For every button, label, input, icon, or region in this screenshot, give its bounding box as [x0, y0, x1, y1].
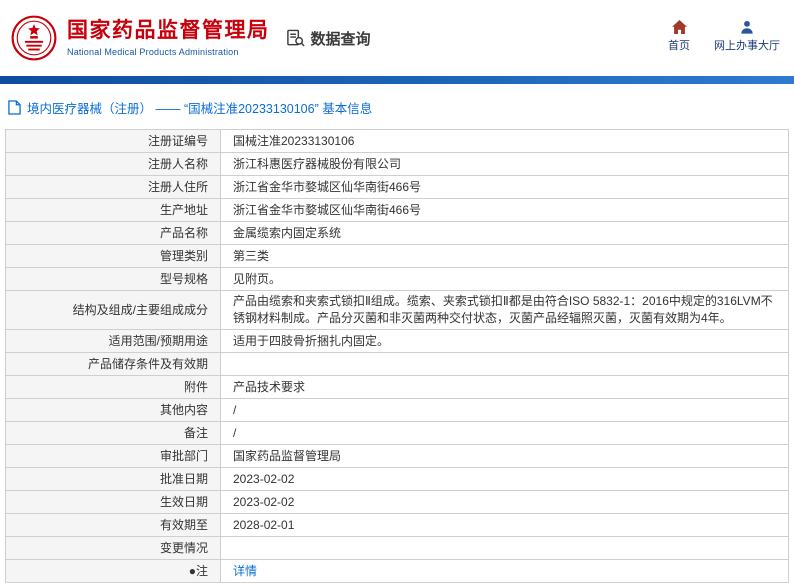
- document-icon: [8, 100, 21, 115]
- row-value: 2028-02-01: [220, 513, 789, 537]
- table-row: 附件 产品技术要求: [5, 375, 789, 399]
- national-emblem-logo: [10, 14, 58, 62]
- table-row: 管理类别 第三类: [5, 244, 789, 268]
- page: 国家药品监督管理局 National Medical Products Admi…: [0, 0, 794, 583]
- row-value: 2023-02-02: [220, 467, 789, 491]
- row-label: 注册证编号: [5, 129, 221, 153]
- row-value: 第三类: [220, 244, 789, 268]
- header-divider-bar: [0, 76, 794, 84]
- row-value: 适用于四肢骨折捆扎内固定。: [220, 329, 789, 353]
- brand-text: 国家药品监督管理局 National Medical Products Admi…: [67, 19, 270, 56]
- row-label: 生产地址: [5, 198, 221, 222]
- row-value: /: [220, 398, 789, 422]
- row-label: 审批部门: [5, 444, 221, 468]
- row-value: 国械注准20233130106: [220, 129, 789, 153]
- row-label: 型号规格: [5, 267, 221, 291]
- row-value: [220, 536, 789, 560]
- row-label: 管理类别: [5, 244, 221, 268]
- registration-info-table: 注册证编号 国械注准20233130106 注册人名称 浙江科惠医疗器械股份有限公司注…: [5, 129, 789, 583]
- table-row: 生效日期 2023-02-02: [5, 490, 789, 514]
- nav-home-label: 首页: [668, 39, 690, 52]
- row-label: 产品储存条件及有效期: [5, 352, 221, 376]
- table-row: 适用范围/预期用途 适用于四肢骨折捆扎内固定。: [5, 329, 789, 353]
- table-row: ●注 详情: [5, 559, 789, 583]
- row-value: 见附页。: [220, 267, 789, 291]
- table-row: 结构及组成/主要组成成分 产品由缆索和夹索式锁扣Ⅱ组成。缆索、夹索式锁扣Ⅱ都是由符…: [5, 290, 789, 330]
- table-row: 其他内容 /: [5, 398, 789, 422]
- top-nav: 首页 网上办事大厅: [668, 19, 780, 57]
- nav-service-hall-label: 网上办事大厅: [714, 39, 780, 52]
- row-value: 2023-02-02: [220, 490, 789, 514]
- home-icon: [671, 19, 687, 34]
- row-value: 金属缆索内固定系统: [220, 221, 789, 245]
- data-query-label: 数据查询: [310, 30, 371, 48]
- person-icon: [740, 20, 754, 34]
- detail-link[interactable]: 详情: [233, 564, 257, 578]
- row-label: 产品名称: [5, 221, 221, 245]
- row-label: 注册人住所: [5, 175, 221, 199]
- row-value: 国家药品监督管理局: [220, 444, 789, 468]
- table-row: 型号规格 见附页。: [5, 267, 789, 291]
- row-label: 适用范围/预期用途: [5, 329, 221, 353]
- row-label: 变更情况: [5, 536, 221, 560]
- row-label: 其他内容: [5, 398, 221, 422]
- breadcrumb-text: 境内医疗器械（注册） —— “国械注准20233130106” 基本信息: [27, 102, 373, 116]
- table-row: 注册人名称 浙江科惠医疗器械股份有限公司: [5, 152, 789, 176]
- row-label: ●注: [5, 559, 221, 583]
- table-row: 注册证编号 国械注准20233130106: [5, 129, 789, 153]
- agency-title: 国家药品监督管理局: [67, 19, 270, 43]
- row-value: 浙江科惠医疗器械股份有限公司: [220, 152, 789, 176]
- main-content: 境内医疗器械（注册） —— “国械注准20233130106” 基本信息 注册证…: [0, 84, 794, 583]
- data-query-icon: [286, 29, 305, 48]
- row-value: /: [220, 421, 789, 445]
- registration-info-table-body: 注册证编号 国械注准20233130106 注册人名称 浙江科惠医疗器械股份有限公司注…: [5, 129, 789, 583]
- table-row: 生产地址 浙江省金华市婺城区仙华南街466号: [5, 198, 789, 222]
- table-row: 有效期至 2028-02-01: [5, 513, 789, 537]
- table-row: 批准日期 2023-02-02: [5, 467, 789, 491]
- row-value: 产品由缆索和夹索式锁扣Ⅱ组成。缆索、夹索式锁扣Ⅱ都是由符合ISO 5832-1：…: [220, 290, 789, 330]
- row-label: 备注: [5, 421, 221, 445]
- row-label: 结构及组成/主要组成成分: [5, 290, 221, 330]
- breadcrumb: 境内医疗器械（注册） —— “国械注准20233130106” 基本信息: [5, 92, 789, 129]
- nav-service-hall[interactable]: 网上办事大厅: [714, 20, 780, 53]
- table-row: 变更情况: [5, 536, 789, 560]
- row-value: 产品技术要求: [220, 375, 789, 399]
- table-row: 产品储存条件及有效期: [5, 352, 789, 376]
- table-row: 备注 /: [5, 421, 789, 445]
- row-label: 生效日期: [5, 490, 221, 514]
- row-value: 详情: [220, 559, 789, 583]
- row-value: 浙江省金华市婺城区仙华南街466号: [220, 175, 789, 199]
- table-row: 产品名称 金属缆索内固定系统: [5, 221, 789, 245]
- row-value: 浙江省金华市婺城区仙华南街466号: [220, 198, 789, 222]
- table-row: 审批部门 国家药品监督管理局: [5, 444, 789, 468]
- row-label: 批准日期: [5, 467, 221, 491]
- nav-home[interactable]: 首页: [668, 19, 690, 53]
- site-header: 国家药品监督管理局 National Medical Products Admi…: [0, 0, 794, 76]
- row-label: 附件: [5, 375, 221, 399]
- agency-subtitle: National Medical Products Administration: [67, 46, 239, 57]
- row-value: [220, 352, 789, 376]
- data-query-title: 数据查询: [286, 28, 371, 49]
- table-row: 注册人住所 浙江省金华市婺城区仙华南街466号: [5, 175, 789, 199]
- brand[interactable]: 国家药品监督管理局 National Medical Products Admi…: [10, 14, 270, 62]
- row-label: 注册人名称: [5, 152, 221, 176]
- row-label: 有效期至: [5, 513, 221, 537]
